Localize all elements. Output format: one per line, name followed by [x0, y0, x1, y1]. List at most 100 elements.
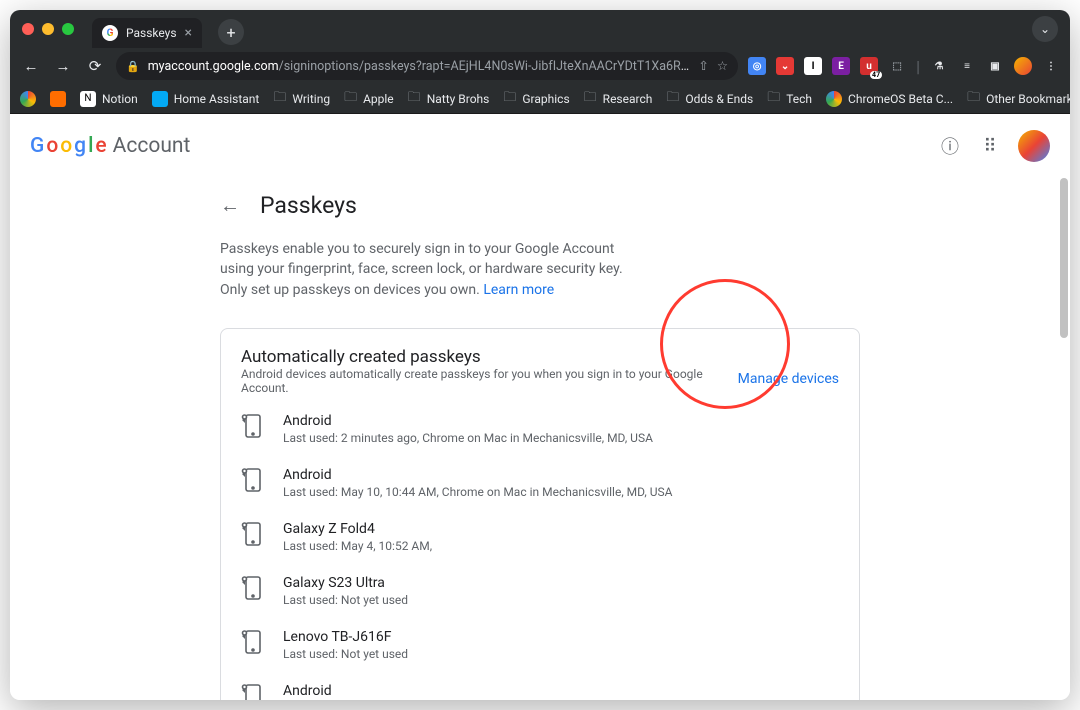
- device-name: Android: [283, 413, 839, 429]
- address-bar[interactable]: 🔒 myaccount.google.com/signinoptions/pas…: [116, 52, 738, 80]
- help-icon[interactable]: ⓘ: [938, 134, 962, 158]
- bookmark-folder[interactable]: 🗀Research: [584, 88, 653, 110]
- page-description: Passkeys enable you to securely sign in …: [220, 239, 640, 300]
- bookmark-item[interactable]: [50, 91, 66, 107]
- tab-title: Passkeys: [126, 26, 177, 40]
- bookmark-item[interactable]: NNotion: [80, 91, 138, 107]
- bookmark-folder[interactable]: 🗀Natty Brohs: [408, 88, 490, 110]
- device-name: Galaxy S23 Ultra: [283, 575, 839, 591]
- tabs-dropdown-button[interactable]: ⌄: [1032, 16, 1058, 42]
- profile-avatar-icon[interactable]: [1014, 57, 1032, 75]
- bookmark-item[interactable]: ChromeOS Beta C...: [826, 91, 953, 107]
- folder-icon: 🗀: [584, 88, 597, 110]
- bookmark-folder[interactable]: 🗀Writing: [273, 88, 330, 110]
- reload-button[interactable]: ⟳: [84, 57, 106, 75]
- extension-icons: ◎ ⌄ I E u47 ⬚ | ⚗ ≡ ▣ ⋮: [748, 57, 1060, 76]
- folder-icon: 🗀: [273, 88, 286, 110]
- panel-icon[interactable]: ▣: [986, 57, 1004, 75]
- bookmark-folder[interactable]: 🗀Odds & Ends: [666, 88, 753, 110]
- close-window-button[interactable]: [22, 23, 34, 35]
- tab-favicon: [102, 25, 118, 41]
- scrollbar-thumb[interactable]: [1060, 178, 1068, 338]
- bookmark-icon: [50, 91, 66, 107]
- extension-icon-4[interactable]: E: [832, 57, 850, 75]
- device-meta: Last used: May 10, 10:44 AM, Chrome on M…: [283, 485, 839, 499]
- passkey-phone-icon: [241, 413, 265, 441]
- folder-icon: 🗀: [344, 88, 357, 110]
- device-row[interactable]: Android Last used: May 10, 10:44 AM, Chro…: [241, 467, 839, 499]
- flask-icon[interactable]: ⚗: [930, 57, 948, 75]
- pocket-icon[interactable]: ⌄: [776, 57, 794, 75]
- device-meta: Last used: 2 minutes ago, Chrome on Mac …: [283, 431, 839, 445]
- minimize-window-button[interactable]: [42, 23, 54, 35]
- home-assistant-icon: [152, 91, 168, 107]
- window-controls: [22, 23, 74, 35]
- page-content: Google Account ⓘ ⠿ ← Passkeys Passkeys e…: [10, 114, 1070, 700]
- google-account-logo[interactable]: Google Account: [30, 134, 190, 158]
- browser-menu-icon[interactable]: ⋮: [1042, 57, 1060, 75]
- star-icon[interactable]: ☆: [717, 58, 728, 74]
- passkeys-card: Automatically created passkeys Android d…: [220, 328, 860, 700]
- device-list: Android Last used: 2 minutes ago, Chrome …: [241, 413, 839, 700]
- forward-button[interactable]: →: [52, 57, 74, 75]
- card-title: Automatically created passkeys: [241, 347, 738, 367]
- device-row[interactable]: Lenovo TB-J616F Last used: Not yet used: [241, 629, 839, 661]
- chrome-icon: [826, 91, 842, 107]
- folder-icon: 🗀: [666, 88, 679, 110]
- scrollbar[interactable]: [1058, 178, 1070, 700]
- tune-icon[interactable]: ≡: [958, 57, 976, 75]
- device-name: Android: [283, 467, 839, 483]
- folder-icon: 🗀: [408, 88, 421, 110]
- page-title: Passkeys: [260, 192, 357, 219]
- google-header: Google Account ⓘ ⠿: [10, 114, 1070, 178]
- device-row[interactable]: Android: [241, 683, 839, 700]
- drive-icon: [20, 91, 36, 107]
- browser-toolbar: ← → ⟳ 🔒 myaccount.google.com/signinoptio…: [10, 48, 1070, 84]
- folder-icon: 🗀: [767, 88, 780, 110]
- back-arrow-icon[interactable]: ←: [220, 193, 244, 218]
- extension-icon-1[interactable]: ◎: [748, 57, 766, 75]
- account-avatar[interactable]: [1018, 130, 1050, 162]
- learn-more-link[interactable]: Learn more: [483, 282, 554, 298]
- extension-icon-3[interactable]: I: [804, 57, 822, 75]
- device-meta: Last used: Not yet used: [283, 593, 839, 607]
- other-bookmarks-folder[interactable]: 🗀Other Bookmarks: [967, 88, 1070, 110]
- passkey-phone-icon: [241, 467, 265, 495]
- page-header: ← Passkeys: [220, 178, 860, 239]
- browser-window: Passkeys × + ⌄ ← → ⟳ 🔒 myaccount.google.…: [10, 10, 1070, 700]
- folder-icon: 🗀: [503, 88, 516, 110]
- device-name: Android: [283, 683, 839, 699]
- bookmark-folder[interactable]: 🗀Tech: [767, 88, 812, 110]
- lock-icon: 🔒: [126, 60, 140, 73]
- bookmark-folder[interactable]: 🗀Graphics: [503, 88, 569, 110]
- extensions-menu-icon[interactable]: ⬚: [888, 57, 906, 75]
- bookmark-item[interactable]: Home Assistant: [152, 91, 260, 107]
- apps-grid-icon[interactable]: ⠿: [978, 134, 1002, 158]
- device-name: Lenovo TB-J616F: [283, 629, 839, 645]
- device-row[interactable]: Galaxy S23 Ultra Last used: Not yet used: [241, 575, 839, 607]
- browser-tab[interactable]: Passkeys ×: [92, 18, 202, 48]
- device-meta: Last used: May 4, 10:52 AM,: [283, 539, 839, 553]
- card-subtitle: Android devices automatically create pas…: [241, 367, 738, 395]
- maximize-window-button[interactable]: [62, 23, 74, 35]
- titlebar: Passkeys × + ⌄: [10, 10, 1070, 48]
- manage-devices-link[interactable]: Manage devices: [738, 371, 839, 387]
- bookmark-item[interactable]: [20, 91, 36, 107]
- notion-icon: N: [80, 91, 96, 107]
- passkey-phone-icon: [241, 521, 265, 549]
- folder-icon: 🗀: [967, 88, 980, 110]
- share-icon[interactable]: ⇧: [698, 58, 708, 74]
- device-row[interactable]: Android Last used: 2 minutes ago, Chrome …: [241, 413, 839, 445]
- new-tab-button[interactable]: +: [218, 19, 244, 45]
- bookmarks-bar: NNotion Home Assistant 🗀Writing 🗀Apple 🗀…: [10, 84, 1070, 114]
- passkey-phone-icon: [241, 629, 265, 657]
- back-button[interactable]: ←: [20, 57, 42, 75]
- tab-close-icon[interactable]: ×: [185, 25, 192, 41]
- device-meta: Last used: Not yet used: [283, 647, 839, 661]
- device-row[interactable]: Galaxy Z Fold4Last used: May 4, 10:52 AM…: [241, 521, 839, 553]
- bookmark-folder[interactable]: 🗀Apple: [344, 88, 394, 110]
- extension-icon-5[interactable]: u47: [860, 57, 878, 75]
- url-text: myaccount.google.com/signinoptions/passk…: [148, 59, 691, 74]
- passkey-phone-icon: [241, 575, 265, 603]
- passkey-phone-icon: [241, 683, 265, 700]
